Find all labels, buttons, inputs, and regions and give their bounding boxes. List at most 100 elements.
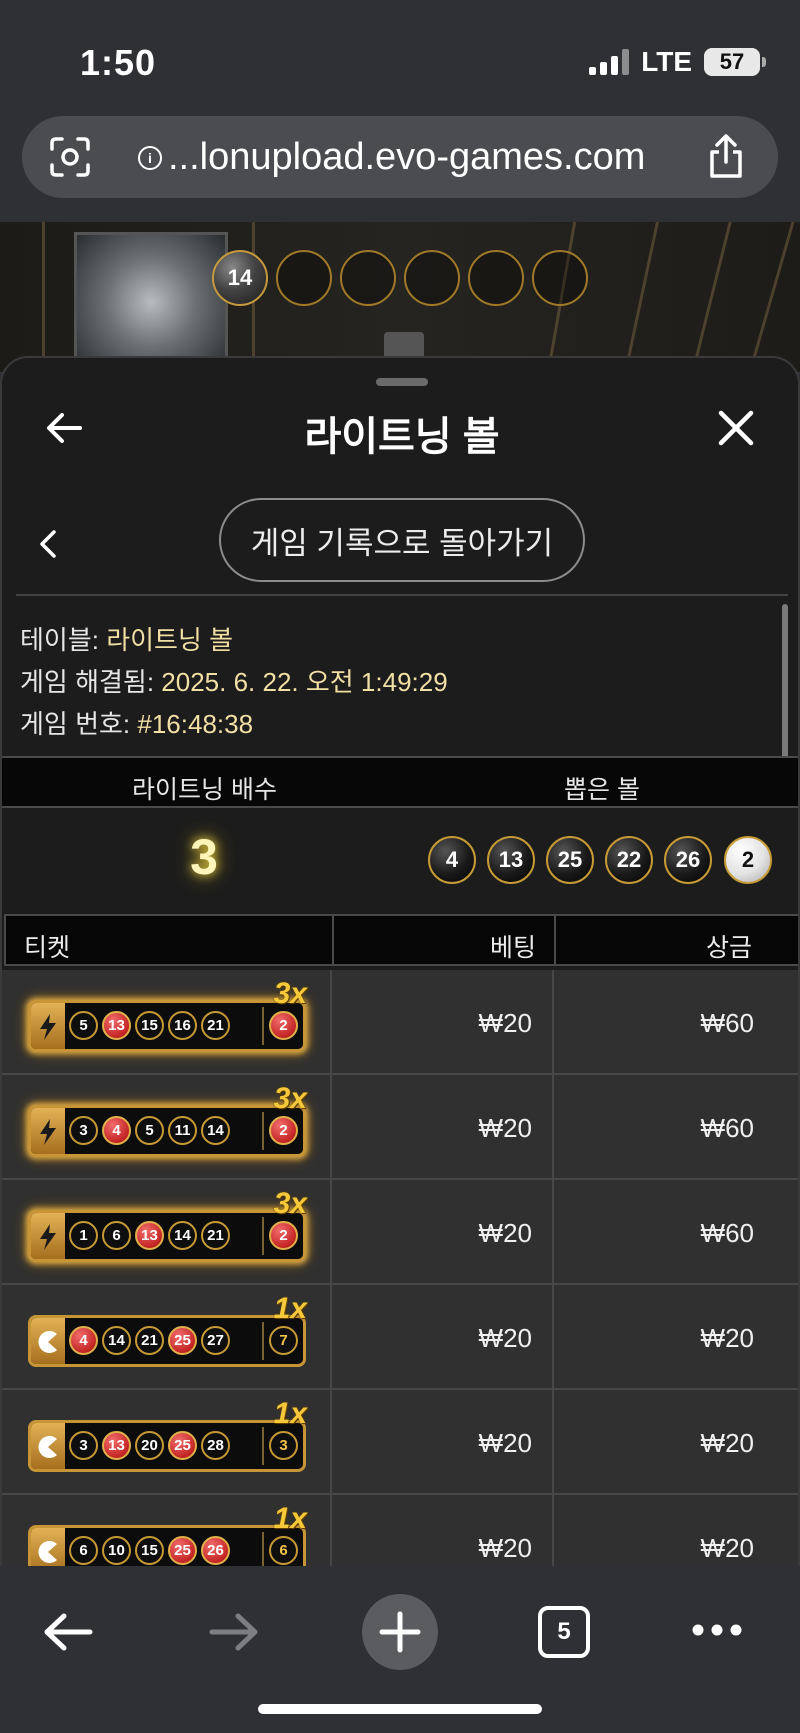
ticket-header: 티켓 xyxy=(24,934,71,962)
info-game-number-label: 게임 번호: xyxy=(20,709,131,739)
info-resolved-label: 게임 해결됨: xyxy=(20,667,155,697)
drawn-ball-slot xyxy=(340,250,396,306)
ticket-card[interactable]: 3 4 5 11 14 2 3x xyxy=(28,1082,307,1157)
tabs-icon[interactable]: 5 xyxy=(538,1606,590,1658)
bet-amount: ₩20 xyxy=(478,1533,532,1563)
ticket-multiplier-badge: 1x xyxy=(273,1397,307,1430)
ticket-number-ball: 13 xyxy=(102,1431,131,1460)
ticket-number-ball: 26 xyxy=(201,1536,230,1565)
info-table: 테이블: 라이트닝 볼 xyxy=(20,620,233,657)
pacman-icon xyxy=(31,1423,65,1469)
bet-amount: ₩20 xyxy=(478,1218,532,1248)
bet-amount: ₩20 xyxy=(478,1113,532,1143)
ticket-number-ball: 25 xyxy=(168,1326,197,1355)
ticket-number-ball: 21 xyxy=(135,1326,164,1355)
prize-amount: ₩60 xyxy=(700,1218,754,1248)
drawn-bonus-ball: 2 xyxy=(724,836,772,884)
ticket-multiplier-badge: 3x xyxy=(273,1082,307,1115)
ticket-number-ball: 11 xyxy=(168,1116,197,1145)
ticket-number-ball: 21 xyxy=(201,1221,230,1250)
ticket-card[interactable]: 6 10 15 25 26 6 1x xyxy=(28,1502,307,1566)
back-arrow-icon[interactable] xyxy=(40,1610,96,1654)
pacman-icon xyxy=(31,1318,65,1364)
ticket-number-ball: 3 xyxy=(69,1116,98,1145)
table-row: 3 4 5 11 14 2 3x ₩20 ₩60 xyxy=(2,1075,798,1180)
drag-handle[interactable] xyxy=(376,378,428,386)
ticket-number-ball: 25 xyxy=(168,1431,197,1460)
drawn-ball: 26 xyxy=(664,836,712,884)
drawn-ball-slot xyxy=(404,250,460,306)
drawn-ball-slot: 14 xyxy=(212,250,268,306)
ticket-card[interactable]: 4 14 21 25 27 7 1x xyxy=(28,1292,307,1367)
signal-icon xyxy=(589,49,630,75)
ticket-number-ball: 14 xyxy=(102,1326,131,1355)
ticket-number-ball: 20 xyxy=(135,1431,164,1460)
bet-amount: ₩20 xyxy=(478,1428,532,1458)
battery-level: 57 xyxy=(719,49,745,74)
ticket-multiplier-badge: 1x xyxy=(273,1292,307,1325)
drawn-balls-header: 뽑은 볼 xyxy=(564,776,640,804)
ticket-bonus-ball: 7 xyxy=(269,1326,298,1355)
ticket-card[interactable]: 5 13 15 16 21 2 3x xyxy=(28,977,307,1052)
drawn-ball: 4 xyxy=(428,836,476,884)
lightning-multiplier: 3 xyxy=(190,829,218,885)
drawn-ball: 13 xyxy=(487,836,535,884)
ticket-multiplier-badge: 3x xyxy=(273,977,307,1010)
info-resolved-value: 2025. 6. 22. 오전 1:49:29 xyxy=(161,667,448,697)
close-icon[interactable] xyxy=(716,408,756,448)
ticket-bonus-ball: 2 xyxy=(269,1116,298,1145)
drawn-ball-slot xyxy=(468,250,524,306)
ticket-number-ball: 6 xyxy=(69,1536,98,1565)
camera-scan-icon[interactable] xyxy=(48,135,92,179)
ticket-number-ball: 3 xyxy=(69,1431,98,1460)
prize-amount: ₩20 xyxy=(700,1533,754,1563)
table-row: 3 13 20 25 28 3 1x ₩20 ₩20 xyxy=(2,1390,798,1495)
info-table-value: 라이트닝 볼 xyxy=(106,625,234,655)
ticket-number-ball: 16 xyxy=(168,1011,197,1040)
pacman-icon xyxy=(31,1528,65,1566)
game-video-backdrop: 14 xyxy=(0,222,800,372)
back-to-history-button[interactable]: 게임 기록으로 돌아가기 xyxy=(219,498,585,582)
ticket-number-ball: 27 xyxy=(201,1326,230,1355)
url-text[interactable]: ...lonupload.evo-games.com xyxy=(168,136,645,179)
more-icon[interactable] xyxy=(690,1622,744,1638)
lightning-icon xyxy=(31,1213,65,1259)
ball-machine-image xyxy=(74,232,228,372)
ticket-number-ball: 15 xyxy=(135,1536,164,1565)
ticket-bonus-ball: 6 xyxy=(269,1536,298,1565)
home-indicator xyxy=(258,1704,542,1714)
ticket-number-ball: 14 xyxy=(201,1116,230,1145)
ticket-number-ball: 28 xyxy=(201,1431,230,1460)
battery-icon: 57 xyxy=(704,48,766,76)
prize-amount: ₩60 xyxy=(700,1113,754,1143)
status-bar: 1:50 LTE 57 xyxy=(0,0,800,110)
drawn-ball-slot xyxy=(276,250,332,306)
ticket-card[interactable]: 1 6 13 14 21 2 3x xyxy=(28,1187,307,1262)
ticket-number-ball: 5 xyxy=(69,1011,98,1040)
ticket-card[interactable]: 3 13 20 25 28 3 1x xyxy=(28,1397,307,1472)
ticket-table-header: 티켓 베팅 상금 xyxy=(4,914,798,966)
drawn-ball: 22 xyxy=(605,836,653,884)
table-row: 6 10 15 25 26 6 1x ₩20 ₩20 xyxy=(2,1495,798,1566)
url-bar[interactable]: i ...lonupload.evo-games.com xyxy=(22,116,778,198)
info-table-label: 테이블: xyxy=(20,625,99,655)
bet-amount: ₩20 xyxy=(478,1323,532,1353)
bet-amount: ₩20 xyxy=(478,1008,532,1038)
lightning-icon xyxy=(31,1108,65,1154)
chevron-left-icon[interactable] xyxy=(36,526,60,562)
history-sheet: 라이트닝 볼 게임 기록으로 돌아가기 테이블: 라이트닝 볼 게임 해결됨: … xyxy=(0,356,800,1566)
info-icon[interactable]: i xyxy=(138,146,162,170)
divider xyxy=(16,594,788,596)
share-icon[interactable] xyxy=(706,132,746,180)
info-game-number: 게임 번호: #16:48:38 xyxy=(20,704,253,741)
info-game-number-value: #16:48:38 xyxy=(137,709,254,739)
info-resolved: 게임 해결됨: 2025. 6. 22. 오전 1:49:29 xyxy=(20,662,448,699)
table-row: 1 6 13 14 21 2 3x ₩20 ₩60 xyxy=(2,1180,798,1285)
prize-amount: ₩20 xyxy=(700,1323,754,1353)
new-tab-button[interactable] xyxy=(362,1594,438,1670)
prize-header: 상금 xyxy=(705,934,752,962)
ticket-number-ball: 10 xyxy=(102,1536,131,1565)
ticket-multiplier-badge: 1x xyxy=(273,1502,307,1535)
forward-arrow-icon[interactable] xyxy=(206,1610,262,1654)
ticket-number-ball: 25 xyxy=(168,1536,197,1565)
